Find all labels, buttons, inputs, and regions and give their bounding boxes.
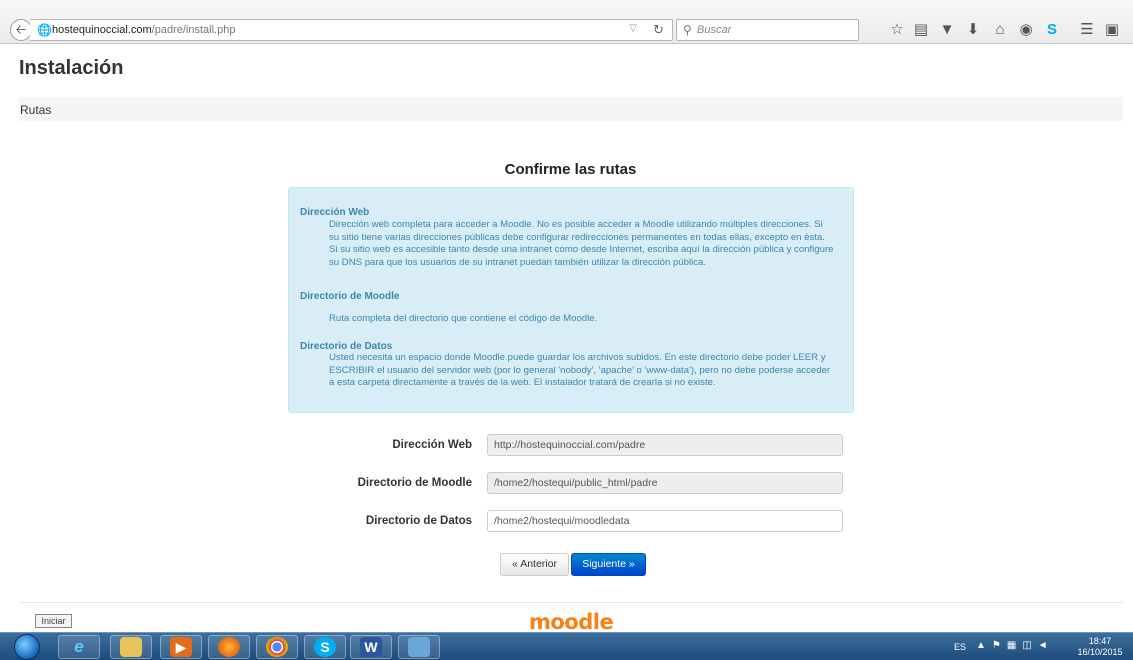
chrome-icon: [266, 637, 288, 657]
info-web-text: Dirección web completa para acceder a Mo…: [329, 219, 834, 268]
back-arrow-icon: 🡠: [15, 22, 27, 37]
home-icon[interactable]: ⌂: [989, 19, 1011, 41]
system-tray-icons[interactable]: ▲⚑▦◫◄: [976, 640, 1054, 651]
taskbar-chrome-button[interactable]: [256, 635, 298, 659]
taskbar-media-button[interactable]: ▶: [160, 635, 202, 659]
chat-icon[interactable]: ◉: [1015, 19, 1037, 41]
browser-toolbar: 🡠 🌐 hostequinoccial.com/padre/install.ph…: [0, 0, 1133, 44]
moodle-logo[interactable]: moodle: [529, 610, 614, 634]
media-player-icon: ▶: [170, 637, 192, 657]
language-indicator[interactable]: ES: [954, 642, 966, 652]
extension-icon[interactable]: ▣: [1101, 19, 1123, 41]
taskbar-firefox-button[interactable]: [208, 635, 250, 659]
clock-date[interactable]: 16/10/2015: [1072, 647, 1128, 657]
word-icon: W: [360, 637, 382, 657]
skype-icon: S: [314, 637, 336, 657]
bookmark-star-icon[interactable]: ☆: [886, 19, 908, 41]
info-web-heading: Dirección Web: [300, 207, 370, 218]
taskbar-explorer-button[interactable]: [110, 635, 152, 659]
dataroot-label: Directorio de Datos: [365, 515, 472, 527]
search-icon: ⚲: [683, 23, 692, 37]
info-data-heading: Directorio de Datos: [300, 341, 393, 352]
dataroot-field[interactable]: [487, 510, 843, 532]
firefox-icon: [218, 637, 240, 657]
info-data-text: Usted necesita un espacio donde Moodle p…: [329, 352, 831, 388]
folder-icon: [120, 637, 142, 657]
url-bar[interactable]: 🌐 hostequinoccial.com/padre/install.php …: [30, 19, 673, 41]
taskbar: e ▶ S W ES ▲⚑▦◫◄ 18:47 16/10/2015: [0, 632, 1133, 660]
ie-icon: e: [74, 637, 84, 656]
start-button[interactable]: [14, 634, 40, 660]
taskbar-window-button[interactable]: [398, 635, 440, 659]
url-dropdown-icon[interactable]: ▽: [629, 23, 637, 34]
dirroot-field[interactable]: [487, 472, 843, 494]
window-icon: [408, 637, 430, 657]
downloads-icon[interactable]: ⬇: [962, 19, 984, 41]
taskbar-skype-button[interactable]: S: [304, 635, 346, 659]
url-text: hostequinoccial.com/padre/install.php: [52, 24, 235, 36]
back-button[interactable]: 🡠: [10, 19, 32, 41]
breadcrumb: Rutas: [19, 97, 1123, 121]
page-title: Instalación: [19, 57, 124, 79]
url-domain: hostequinoccial.com: [52, 24, 152, 36]
reload-icon[interactable]: ↻: [653, 22, 664, 38]
previous-button[interactable]: « Anterior: [500, 553, 569, 576]
clock-time[interactable]: 18:47: [1072, 636, 1128, 646]
url-path: /padre/install.php: [151, 24, 236, 36]
wwwroot-label: Dirección Web: [392, 439, 472, 451]
info-box: Dirección Web Dirección web completa par…: [288, 187, 854, 413]
breadcrumb-item: Rutas: [20, 103, 52, 117]
next-button[interactable]: Siguiente »: [571, 553, 646, 576]
taskbar-word-button[interactable]: W: [350, 635, 392, 659]
menu-icon[interactable]: ☰: [1076, 19, 1098, 41]
search-placeholder: Buscar: [697, 24, 732, 36]
iniciar-button[interactable]: Iniciar: [35, 614, 72, 628]
section-heading: Confirme las rutas: [504, 161, 637, 178]
dirroot-label: Directorio de Moodle: [357, 477, 472, 489]
bookmarks-menu-icon[interactable]: ▤: [910, 19, 932, 41]
globe-icon: 🌐: [37, 23, 52, 37]
pocket-icon[interactable]: ▼: [936, 19, 958, 41]
footer-divider: [19, 602, 1123, 603]
wwwroot-field[interactable]: [487, 434, 843, 456]
taskbar-ie-button[interactable]: e: [58, 635, 100, 659]
search-bar[interactable]: ⚲ Buscar: [676, 19, 859, 41]
info-moodle-text: Ruta completa del directorio que contien…: [329, 313, 598, 324]
skype-icon[interactable]: S: [1041, 19, 1063, 41]
info-moodle-heading: Directorio de Moodle: [300, 291, 400, 302]
